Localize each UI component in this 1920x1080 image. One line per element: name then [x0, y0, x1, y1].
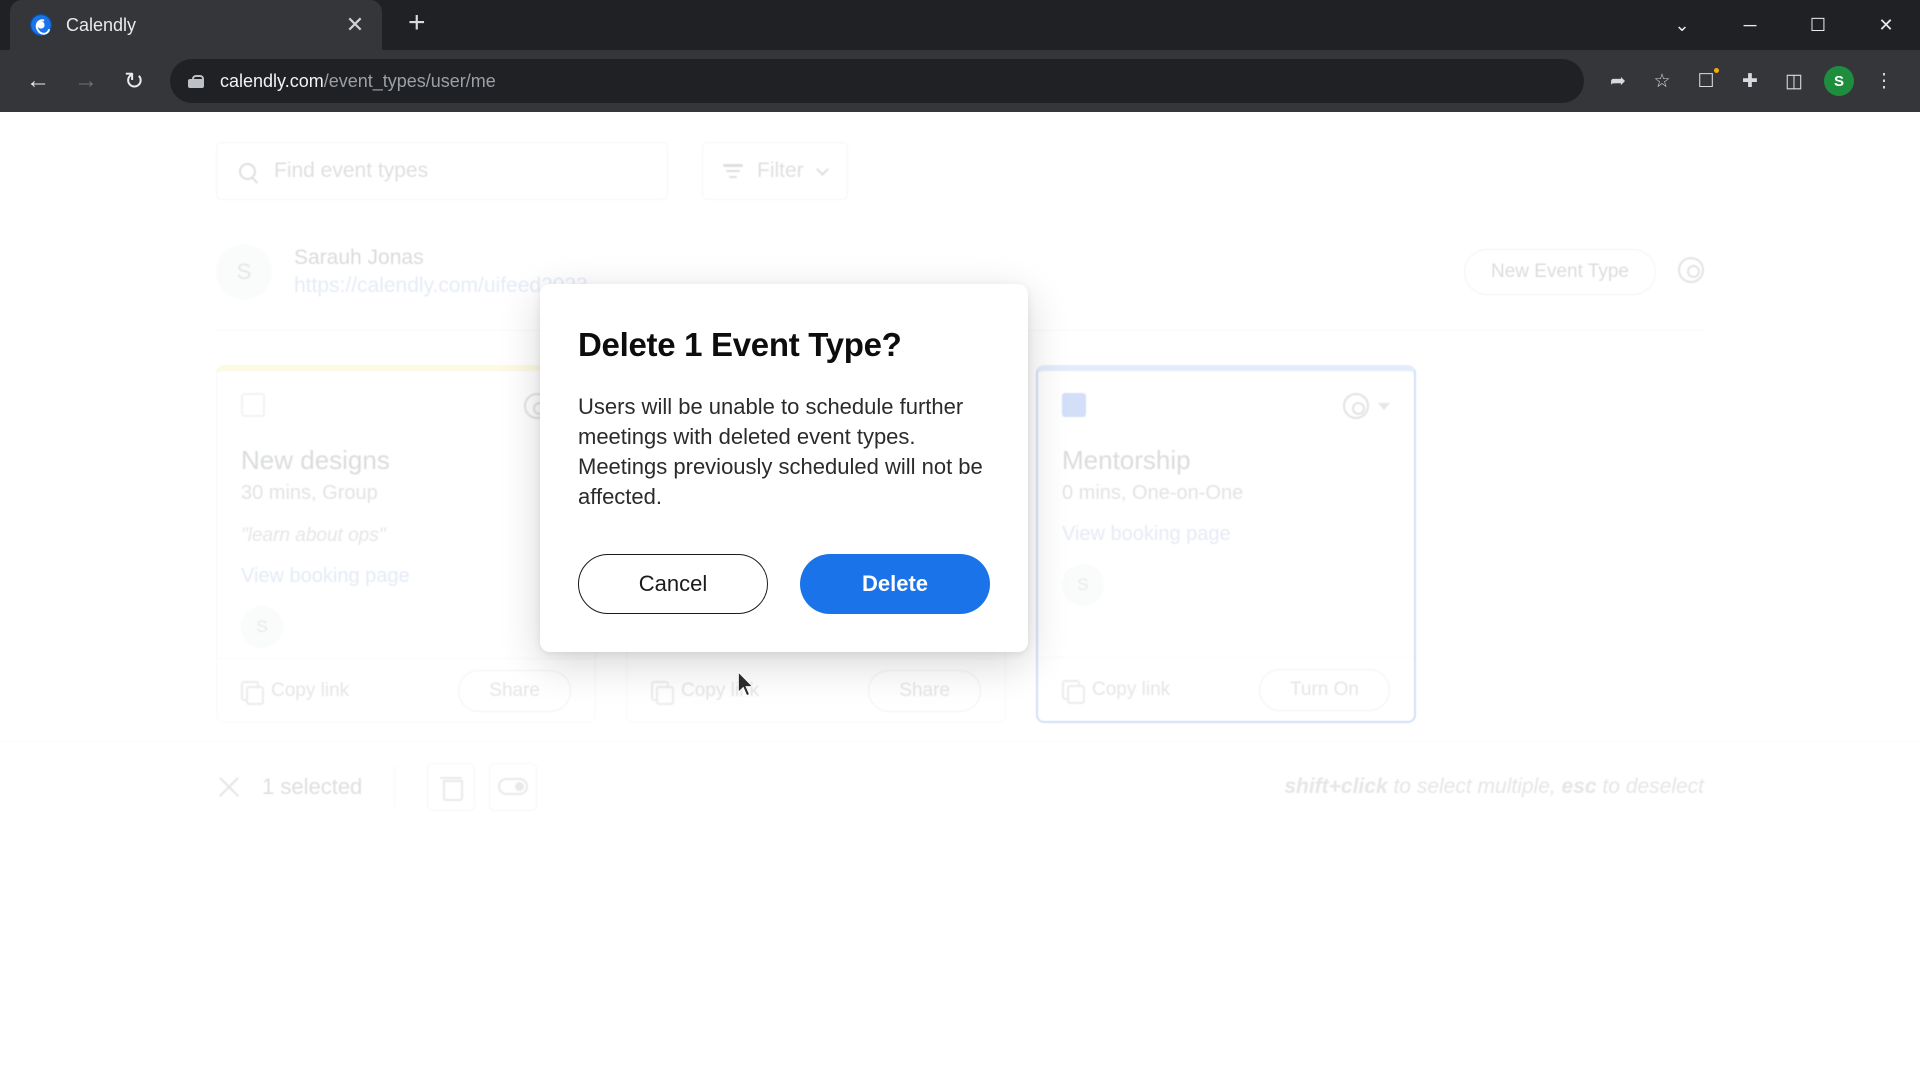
url-domain: calendly.com: [220, 70, 324, 91]
dialog-actions: Cancel Delete: [578, 553, 990, 614]
back-button[interactable]: ←: [14, 57, 62, 105]
close-icon[interactable]: ✕: [342, 14, 368, 36]
side-panel-icon[interactable]: ◫: [1772, 59, 1816, 103]
url-text: calendly.com/event_types/user/me: [220, 71, 496, 92]
tab-title: Calendly: [66, 14, 137, 35]
window-controls: ⌄ ─ ☐ ✕: [1648, 0, 1920, 50]
extensions-puzzle-icon[interactable]: ✚: [1728, 59, 1772, 103]
chevron-down-icon[interactable]: ⌄: [1648, 0, 1716, 50]
browser-toolbar: ← → ↻ calendly.com/event_types/user/me ➦…: [0, 50, 1920, 112]
reload-button[interactable]: ↻: [110, 57, 158, 105]
maximize-button[interactable]: ☐: [1784, 0, 1852, 50]
tab-strip: Calendly ✕ + ⌄ ─ ☐ ✕: [0, 0, 1920, 50]
cancel-button[interactable]: Cancel: [578, 553, 769, 614]
minimize-button[interactable]: ─: [1716, 0, 1784, 50]
share-icon[interactable]: ➦: [1596, 59, 1640, 103]
dialog-body-text: Users will be unable to schedule further…: [578, 394, 983, 509]
notification-badge: [1712, 66, 1721, 75]
bookmark-star-icon[interactable]: ☆: [1640, 59, 1684, 103]
lock-icon: [188, 74, 204, 88]
mouse-cursor: [738, 672, 754, 697]
window-close-button[interactable]: ✕: [1852, 0, 1920, 50]
page-content: Find event types Filter S Sarauh Jonas h…: [0, 112, 1920, 1080]
url-path: /event_types/user/me: [323, 70, 496, 91]
browser-menu-icon[interactable]: ⋮: [1862, 59, 1906, 103]
address-bar[interactable]: calendly.com/event_types/user/me: [170, 59, 1584, 103]
dialog-title: Delete 1 Event Type?: [578, 326, 902, 363]
calendly-logo-icon: [30, 14, 52, 36]
delete-confirmation-dialog: Delete 1 Event Type? Users will be unabl…: [540, 284, 1028, 652]
notification-icon[interactable]: ☐: [1684, 59, 1728, 103]
new-tab-button[interactable]: +: [408, 8, 426, 38]
delete-button[interactable]: Delete: [800, 553, 990, 614]
browser-window: Calendly ✕ + ⌄ ─ ☐ ✕ ← → ↻ calendly.com/…: [0, 0, 1920, 1080]
profile-avatar[interactable]: S: [1824, 66, 1854, 96]
forward-button[interactable]: →: [62, 57, 110, 105]
browser-tab-calendly[interactable]: Calendly ✕: [10, 0, 382, 50]
